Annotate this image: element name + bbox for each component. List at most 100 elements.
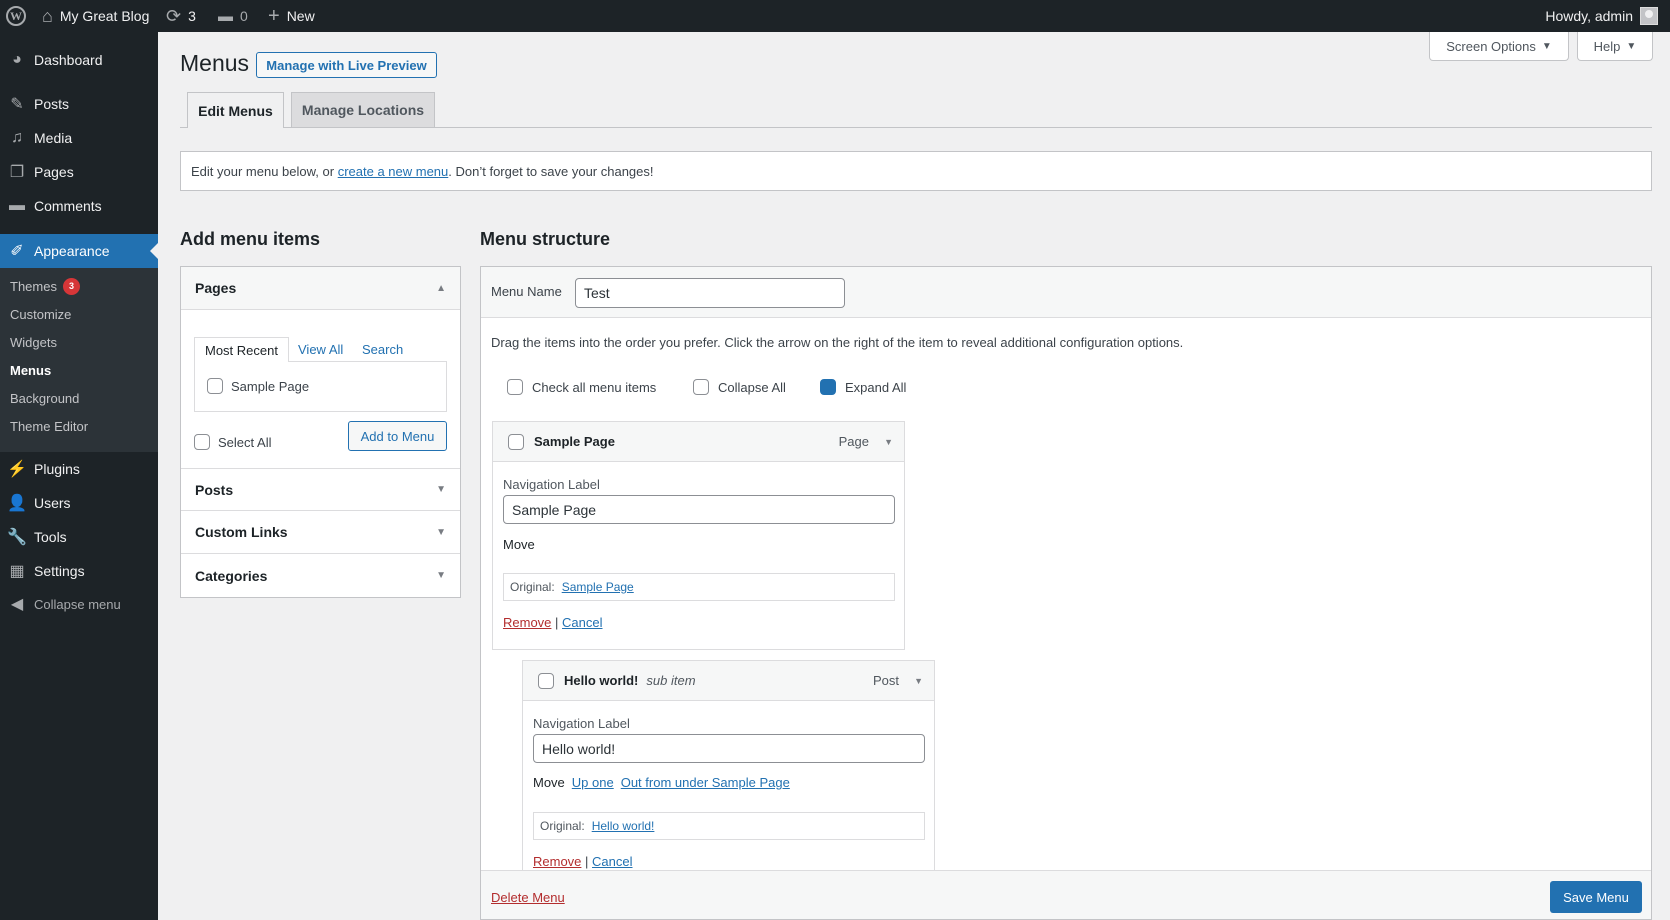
sidebar-item-plugins[interactable]: ⚡ Plugins — [0, 452, 158, 486]
add-to-menu-button[interactable]: Add to Menu — [348, 421, 447, 451]
sidebar-item-dashboard[interactable]: ◕ Dashboard — [0, 43, 158, 77]
sidebar-item-posts[interactable]: ✎ Posts — [0, 87, 158, 121]
cancel-link[interactable]: Cancel — [592, 854, 632, 869]
menu-item-hello-world: Hello world! sub item Post ▼ Navigation … — [522, 660, 935, 900]
tab-view-all[interactable]: View All — [298, 337, 343, 362]
admin-sidebar: ◕ Dashboard ✎ Posts ♫ Media ❐ Pages ▬ Comment… — [0, 32, 158, 920]
accordion-posts[interactable]: Posts ▼ — [181, 468, 460, 511]
wrench-icon: 🔧 — [7, 529, 27, 546]
sample-page-checkbox[interactable] — [207, 378, 223, 394]
comments-link[interactable]: ▬ 0 — [218, 0, 248, 32]
comment-icon: ▬ — [218, 7, 233, 25]
new-content-link[interactable]: + New — [268, 0, 315, 32]
menu-header: Menu Name Test — [481, 267, 1651, 318]
menu-name-label: Menu Name — [491, 284, 562, 299]
menu-item-sample-page: Sample Page Page ▼ Navigation Label Samp… — [492, 421, 905, 650]
plugin-icon: ⚡ — [7, 461, 27, 478]
checkbox-checked[interactable] — [820, 379, 836, 395]
accordion-custom-links[interactable]: Custom Links ▼ — [181, 511, 460, 554]
item-edit-toggle-icon[interactable]: ▼ — [884, 437, 893, 447]
users-icon: 👤 — [7, 495, 27, 512]
submenu-item-background[interactable]: Background — [10, 384, 79, 412]
dashboard-icon: ◕ — [12, 51, 22, 68]
expand-all-toggle[interactable]: Expand All — [820, 379, 906, 395]
submenu-item-menus[interactable]: Menus — [10, 356, 51, 384]
admin-bar: W ⌂ My Great Blog ⟳ 3 ▬ 0 + New Howdy, a… — [0, 0, 1670, 32]
caret-down-icon: ▼ — [436, 526, 446, 538]
info-notice: Edit your menu below, or create a new me… — [180, 151, 1652, 191]
caret-down-icon: ▼ — [1626, 40, 1637, 52]
accordion-pages[interactable]: Pages ▲ — [181, 267, 460, 310]
select-all-checkbox[interactable]: Select All — [194, 434, 271, 450]
original-link-box: Original: Hello world! — [533, 812, 925, 840]
save-menu-button[interactable]: Save Menu — [1550, 881, 1642, 913]
remove-link[interactable]: Remove — [533, 854, 581, 869]
item-type: Page — [838, 434, 869, 449]
comment-icon: ▬ — [9, 197, 25, 214]
avatar-icon — [1640, 7, 1658, 25]
submenu-item-widgets[interactable]: Widgets — [10, 328, 57, 356]
move-up-one-link[interactable]: Up one — [572, 775, 614, 790]
create-new-menu-link[interactable]: create a new menu — [338, 164, 449, 179]
caret-up-icon: ▲ — [436, 282, 446, 294]
move-label: Move — [533, 775, 565, 790]
remove-link[interactable]: Remove — [503, 615, 551, 630]
site-name-link[interactable]: ⌂ My Great Blog — [42, 0, 149, 32]
pages-icon: ❐ — [9, 164, 25, 181]
navigation-label-input[interactable]: Hello world! — [533, 734, 925, 763]
menu-item-checkbox[interactable] — [508, 433, 524, 450]
tab-manage-locations[interactable]: Manage Locations — [291, 92, 435, 127]
page-title: Menus — [180, 50, 250, 76]
sidebar-item-users[interactable]: 👤 Users — [0, 486, 158, 520]
sidebar-item-appearance[interactable]: ✐ Appearance — [0, 234, 158, 268]
collapse-menu-button[interactable]: ◀ Collapse menu — [0, 587, 158, 621]
my-account-link[interactable]: Howdy, admin — [1545, 0, 1658, 32]
menu-name-input[interactable]: Test — [575, 278, 845, 308]
pin-icon: ✎ — [10, 96, 24, 113]
tab-most-recent[interactable]: Most Recent — [194, 337, 289, 362]
screen-options-button[interactable]: Screen Options ▼ — [1429, 32, 1569, 61]
tab-edit-menus[interactable]: Edit Menus — [187, 92, 284, 128]
move-label: Move — [503, 537, 535, 552]
manage-live-preview-button[interactable]: Manage with Live Preview — [256, 52, 437, 78]
help-button[interactable]: Help ▼ — [1577, 32, 1653, 61]
navigation-label-input[interactable]: Sample Page — [503, 495, 895, 524]
menu-instructions: Drag the items into the order you prefer… — [491, 335, 1184, 350]
sidebar-item-tools[interactable]: 🔧 Tools — [0, 520, 158, 554]
sidebar-item-media[interactable]: ♫ Media — [0, 121, 158, 155]
paintbrush-icon: ✐ — [10, 243, 24, 260]
accordion-categories[interactable]: Categories ▼ — [181, 554, 460, 597]
check-all-menu-items[interactable]: Check all menu items — [507, 379, 656, 395]
tabs-divider — [180, 127, 1652, 128]
settings-icon: ▦ — [9, 563, 25, 580]
caret-down-icon: ▼ — [1541, 40, 1552, 52]
media-icon: ♫ — [11, 129, 23, 146]
wordpress-logo-button[interactable]: W — [6, 0, 26, 32]
tab-search[interactable]: Search — [362, 337, 403, 362]
sidebar-item-settings[interactable]: ▦ Settings — [0, 554, 158, 588]
refresh-icon: ⟳ — [166, 6, 182, 26]
checkbox[interactable] — [194, 434, 210, 450]
submenu-item-theme-editor[interactable]: Theme Editor — [10, 412, 88, 440]
menu-item-handle[interactable]: Hello world! sub item Post ▼ — [523, 661, 934, 701]
move-out-from-under-link[interactable]: Out from under Sample Page — [621, 775, 790, 790]
updates-link[interactable]: ⟳ 3 — [166, 0, 196, 32]
submenu-item-themes[interactable]: Themes 3 — [10, 272, 80, 300]
sidebar-item-pages[interactable]: ❐ Pages — [0, 155, 158, 189]
menu-item-handle[interactable]: Sample Page Page ▼ — [493, 422, 904, 462]
menu-item-checkbox[interactable] — [538, 672, 554, 689]
collapse-all-toggle[interactable]: Collapse All — [693, 379, 786, 395]
delete-menu-link[interactable]: Delete Menu — [491, 890, 565, 905]
sidebar-item-comments[interactable]: ▬ Comments — [0, 189, 158, 223]
original-link[interactable]: Hello world! — [592, 819, 655, 833]
original-link[interactable]: Sample Page — [562, 580, 634, 594]
checkbox[interactable] — [507, 379, 523, 395]
collapse-icon: ◀ — [10, 596, 24, 613]
list-item[interactable]: Sample Page — [207, 378, 309, 394]
cancel-link[interactable]: Cancel — [562, 615, 602, 630]
item-edit-toggle-icon[interactable]: ▼ — [914, 676, 923, 686]
item-type: Post — [872, 673, 899, 688]
checkbox[interactable] — [693, 379, 709, 395]
menu-footer: Delete Menu Save Menu — [481, 870, 1651, 919]
submenu-item-customize[interactable]: Customize — [10, 300, 71, 328]
